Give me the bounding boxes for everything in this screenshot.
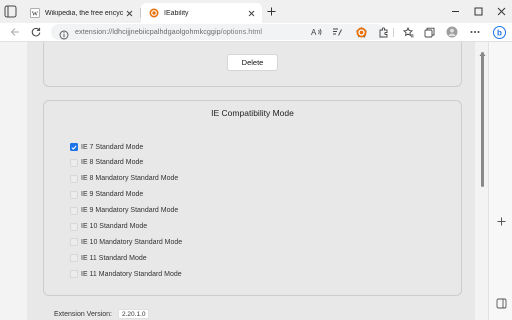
ie-mode-label: IE 11 Mandatory Standard Mode [81,270,182,278]
ie-mode-option[interactable]: IE 11 Mandatory Standard Mode [70,268,182,280]
svg-text:W: W [32,11,39,18]
maximize-icon[interactable] [471,4,485,18]
add-sidebar-icon[interactable] [492,212,510,230]
ie-mode-label: IE 9 Standard Mode [81,191,144,199]
back-arrow-icon[interactable] [8,25,22,39]
read-aloud-icon[interactable]: A [311,26,323,38]
ie-mode-option[interactable]: IE 9 Mandatory Standard Mode [70,205,178,217]
svg-text:b: b [497,28,502,37]
ie-mode-label: IE 10 Standard Mode [81,223,148,230]
ie-mode-label: IE 11 Standard Mode [81,254,147,262]
title-bar: W Wikipedia, the free encyclopedia IEabi… [0,0,512,23]
ie-mode-label: IE 10 Mandatory Standard Mode [81,238,183,246]
close-tab-icon[interactable] [245,7,257,19]
ie-mode-checkbox[interactable] [70,143,78,151]
ie-mode-checkbox[interactable] [70,206,78,215]
delete-panel: Delete [43,42,462,87]
sidebar-settings-icon[interactable] [492,294,510,312]
checkmark-icon [71,145,77,150]
url-host: ldhcijjnebiicpalhdgaolgohmkcggip [112,27,221,36]
browser-toolbar: extension://ldhcijjnebiicpalhdgaolgohmkc… [0,23,512,41]
tab-actions-icon[interactable] [4,5,20,18]
tab-title: Wikipedia, the free encyclopedia [45,9,123,17]
immersive-reader-icon[interactable] [331,26,343,38]
svg-text:A: A [311,28,317,37]
ie-mode-checkbox[interactable] [70,174,78,183]
toolbar-divider [393,28,394,37]
url-scheme: extension:// [75,27,113,36]
wikipedia-w-icon: W [30,8,40,18]
ieability-icon [149,8,159,18]
ie-mode-option[interactable]: IE 10 Standard Mode [70,221,147,233]
page-scrollbar[interactable] [477,42,488,320]
url-text[interactable]: extension://ldhcijjnebiicpalhdgaolgohmkc… [75,27,262,36]
minimize-icon[interactable] [448,4,462,18]
edge-sidebar [488,42,512,320]
profile-avatar-icon[interactable] [445,25,459,39]
bing-copilot-icon[interactable]: b [492,25,506,39]
ie-mode-checkbox[interactable] [70,254,78,263]
panel-title: IE Compatibility Mode [211,108,294,118]
ie-mode-label: IE 8 Standard Mode [81,159,144,167]
address-bar[interactable]: extension://ldhcijjnebiicpalhdgaolgohmkc… [51,24,385,40]
scroll-thumb[interactable] [481,52,484,187]
new-tab-button[interactable] [265,5,278,18]
page-viewport: Delete IE Compatibility Mode IE 7 Standa… [0,42,488,320]
tab-ieability[interactable]: IEability [141,3,262,23]
tab-wikipedia[interactable]: W Wikipedia, the free encyclopedia [22,3,140,23]
ie-mode-option[interactable]: IE 8 Standard Mode [70,157,143,169]
ie-mode-checkbox[interactable] [70,238,78,247]
more-options-icon[interactable] [468,25,482,39]
ie-mode-option[interactable]: IE 11 Standard Mode [70,252,147,264]
url-path: /options.html [220,27,263,36]
ieability-extension-icon[interactable] [354,25,368,39]
ie-mode-label: IE 7 Standard Mode [81,143,144,151]
ie-mode-option[interactable]: IE 8 Mandatory Standard Mode [70,173,178,185]
version-label: Extension Version: [54,310,112,318]
close-tab-icon[interactable] [123,7,135,19]
delete-button[interactable]: Delete [227,54,278,71]
options-content: Delete IE Compatibility Mode IE 7 Standa… [27,42,475,320]
site-info-icon[interactable] [59,27,69,40]
extensions-icon[interactable] [376,25,390,39]
ie-mode-checkbox[interactable] [70,190,78,199]
ie-mode-option[interactable]: IE 9 Standard Mode [70,189,143,201]
refresh-icon[interactable] [29,25,43,39]
tab-title: IEability [164,9,189,17]
version-value: 2.20.1.0 [117,309,150,319]
ie-mode-label: IE 9 Mandatory Standard Mode [81,207,179,215]
ie-mode-option[interactable]: IE 10 Mandatory Standard Mode [70,236,182,248]
ie-mode-checkbox[interactable] [70,222,78,231]
favorites-icon[interactable] [401,25,415,39]
ie-mode-option[interactable]: IE 7 Standard Mode [70,141,143,153]
close-window-icon[interactable] [494,4,508,18]
collections-icon[interactable] [422,25,436,39]
ie-mode-checkbox[interactable] [70,158,78,167]
ie-mode-checkbox[interactable] [70,270,78,279]
scroll-up-arrow-icon[interactable] [479,44,486,56]
ie-compatibility-panel: IE Compatibility Mode IE 7 Standard Mode… [43,100,462,296]
ie-mode-label: IE 8 Mandatory Standard Mode [81,175,179,183]
extension-version: Extension Version: 2.20.1.0 [54,309,150,319]
